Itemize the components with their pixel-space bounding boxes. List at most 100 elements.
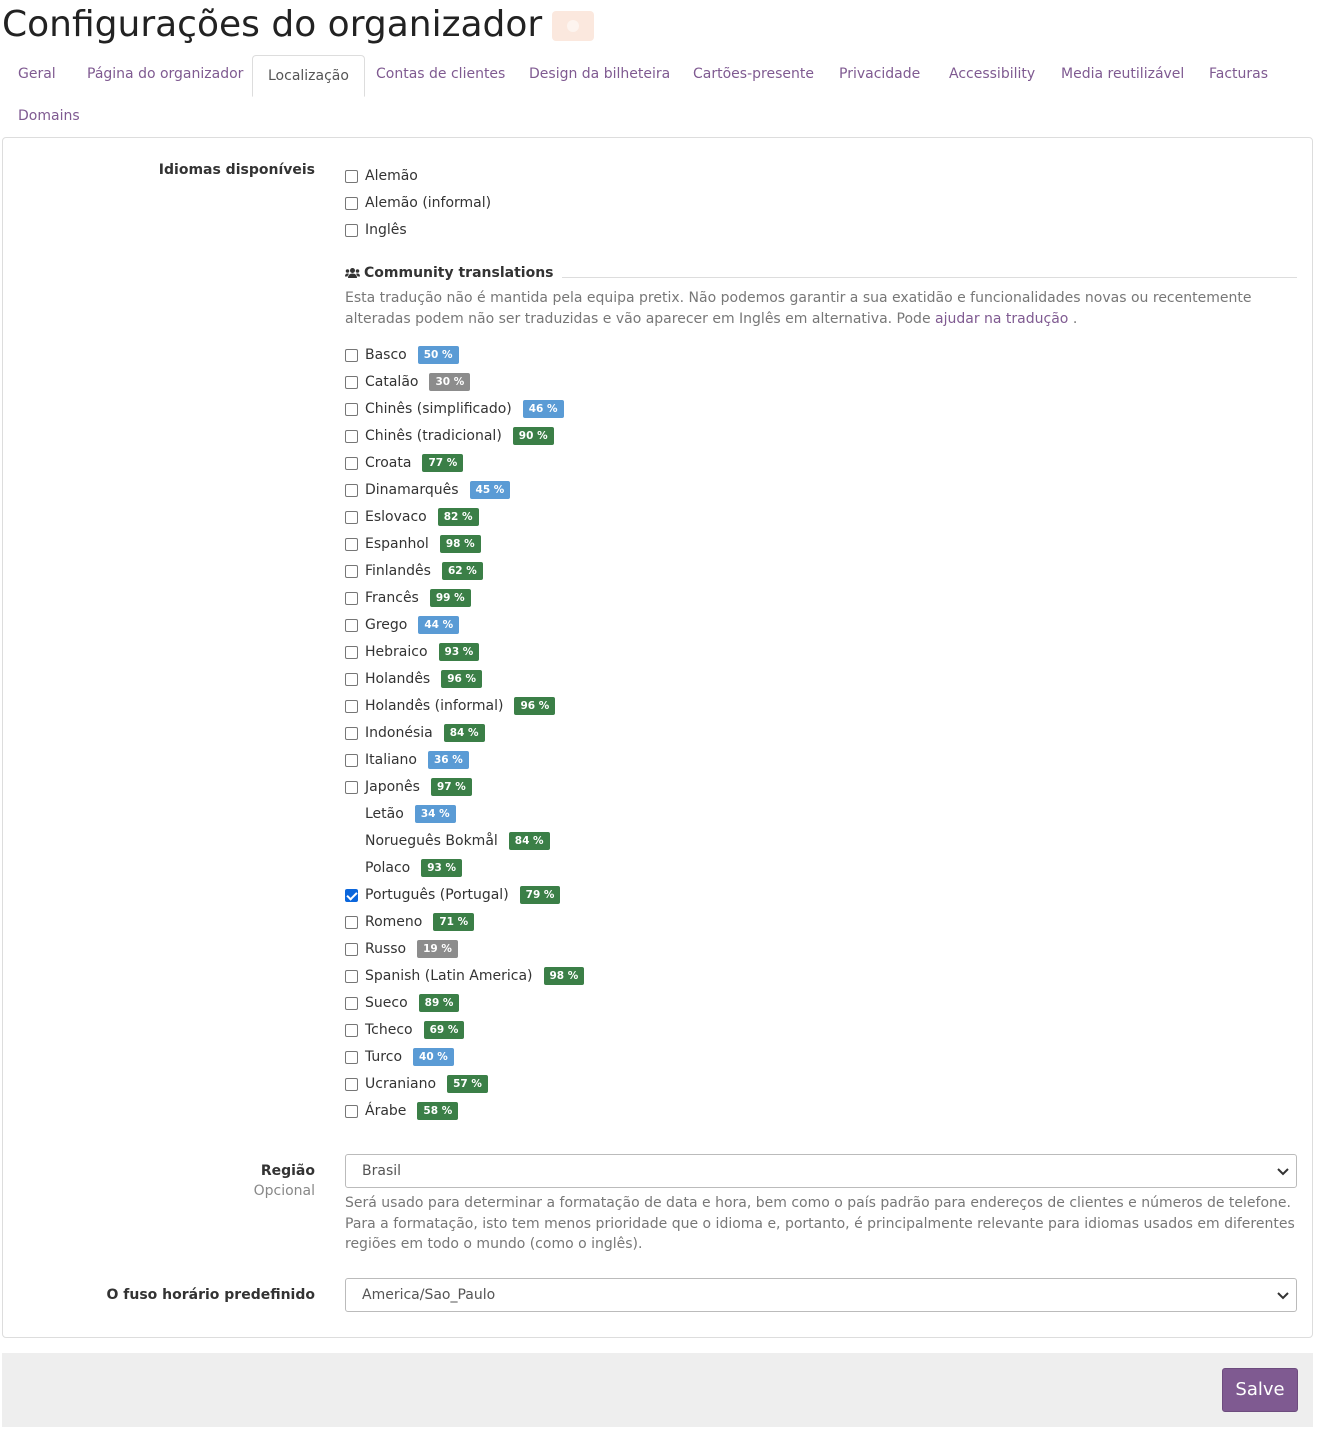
translation-progress-badge: 62 %	[441, 562, 483, 580]
language-option[interactable]: Romeno 71 %	[345, 912, 475, 932]
language-option[interactable]: Japonês 97 %	[345, 777, 472, 797]
language-checkbox[interactable]	[345, 1104, 358, 1118]
language-label: Russo	[365, 941, 407, 957]
language-option[interactable]: Croata 77 %	[345, 453, 464, 473]
language-option[interactable]: Catalão 30 %	[345, 372, 471, 392]
language-checkbox[interactable]	[345, 726, 358, 740]
language-checkbox[interactable]	[345, 375, 358, 389]
language-option[interactable]: Árabe 58 %	[345, 1101, 459, 1121]
language-option[interactable]: Finlandês 62 %	[345, 561, 483, 581]
timezone-label: O fuso horário predefinido	[106, 1287, 315, 1303]
save-button[interactable]: Salve	[1222, 1368, 1298, 1412]
language-checkbox[interactable]	[345, 591, 358, 605]
language-checkbox[interactable]	[345, 672, 358, 686]
language-checkbox[interactable]	[345, 996, 358, 1010]
tab-domains[interactable]: Domains	[3, 96, 95, 137]
tab-cartoes-presente[interactable]: Cartões-presente	[678, 54, 829, 95]
language-option[interactable]: Chinês (tradicional) 90 %	[345, 426, 554, 446]
language-checkbox[interactable]	[345, 1023, 358, 1037]
language-option[interactable]: Alemão (informal)	[345, 193, 491, 213]
language-checkbox[interactable]	[345, 618, 358, 632]
translation-progress-badge: 46 %	[522, 400, 564, 418]
help-translate-link[interactable]: ajudar na tradução	[935, 311, 1068, 327]
language-checkbox[interactable]	[345, 645, 358, 659]
language-option[interactable]: Eslovaco 82 %	[345, 507, 479, 527]
language-option[interactable]: Francês 99 %	[345, 588, 471, 608]
language-option[interactable]: Chinês (simplificado) 46 %	[345, 399, 564, 419]
language-checkbox[interactable]	[345, 780, 358, 794]
organizer-logo	[552, 11, 595, 41]
language-option[interactable]: Basco 50 %	[345, 345, 459, 365]
translation-progress-badge: 96 %	[514, 697, 556, 715]
language-option[interactable]: Holandês 96 %	[345, 669, 483, 689]
language-checkbox[interactable]	[345, 537, 358, 551]
language-checkbox[interactable]	[345, 942, 358, 956]
language-checkbox[interactable]	[345, 169, 358, 183]
language-option[interactable]: Espanhol 98 %	[345, 534, 481, 554]
language-checkbox[interactable]	[345, 1050, 358, 1064]
translation-progress-badge: 57 %	[447, 1075, 488, 1093]
language-checkbox[interactable]	[345, 753, 358, 767]
translation-progress-badge: 98 %	[543, 967, 585, 985]
language-checkbox[interactable]	[345, 456, 358, 470]
language-checkbox[interactable]	[345, 969, 358, 983]
tab-accessibility[interactable]: Accessibility	[934, 54, 1050, 95]
language-label: Finlandês	[365, 563, 431, 579]
tab-pagina-do-organizador[interactable]: Página do organizador	[72, 54, 258, 95]
language-checkbox[interactable]	[345, 1077, 358, 1091]
language-option[interactable]: Tcheco 69 %	[345, 1020, 465, 1040]
language-option[interactable]: Norueguês Bokmål 84 %	[345, 831, 550, 851]
translation-progress-badge: 97 %	[430, 778, 472, 796]
language-option[interactable]: Turco 40 %	[345, 1047, 454, 1067]
language-option[interactable]: Grego 44 %	[345, 615, 460, 635]
region-optional-hint: Opcional	[253, 1183, 315, 1199]
language-option[interactable]: Ucraniano 57 %	[345, 1074, 488, 1094]
language-checkbox[interactable]	[345, 699, 358, 713]
language-label: Holandês (informal)	[365, 698, 504, 714]
tab-privacidade[interactable]: Privacidade	[824, 54, 935, 95]
language-checkbox[interactable]	[345, 348, 358, 362]
language-checkbox[interactable]	[345, 564, 358, 578]
language-checkbox[interactable]	[345, 483, 358, 497]
language-option[interactable]: Português (Portugal) 79 %	[345, 885, 561, 905]
language-checkbox[interactable]	[345, 402, 358, 416]
language-option[interactable]: Polaco 93 %	[345, 858, 463, 878]
timezone-select[interactable]: America/Sao_Paulo	[345, 1278, 1297, 1312]
tab-facturas[interactable]: Facturas	[1194, 54, 1283, 95]
language-checkbox[interactable]	[345, 223, 358, 237]
language-checkbox[interactable]	[345, 196, 358, 210]
tab-media-reutilizavel[interactable]: Media reutilizável	[1046, 54, 1199, 95]
language-option[interactable]: Letão 34 %	[345, 804, 456, 824]
language-option[interactable]: Hebraico 93 %	[345, 642, 480, 662]
translation-progress-badge: 30 %	[429, 373, 471, 391]
tab-contas-de-clientes[interactable]: Contas de clientes	[361, 54, 520, 95]
language-label: Turco	[365, 1049, 403, 1065]
translation-progress-badge: 40 %	[413, 1048, 454, 1066]
translation-progress-badge: 77 %	[422, 454, 464, 472]
tab-geral[interactable]: Geral	[3, 54, 71, 95]
language-checkbox[interactable]	[345, 510, 358, 524]
language-option[interactable]: Holandês (informal) 96 %	[345, 696, 556, 716]
language-option[interactable]: Italiano 36 %	[345, 750, 469, 770]
language-option[interactable]: Inglês	[345, 220, 407, 240]
language-label: Sueco	[365, 995, 408, 1011]
tab-localizacao[interactable]: Localização	[252, 55, 365, 97]
language-option[interactable]: Indonésia 84 %	[345, 723, 485, 743]
language-label: Português (Portugal)	[365, 887, 509, 903]
language-checkbox[interactable]	[345, 915, 358, 929]
language-option[interactable]: Sueco 89 %	[345, 993, 460, 1013]
language-option[interactable]: Spanish (Latin America) 98 %	[345, 966, 585, 986]
language-option[interactable]: Dinamarquês 45 %	[345, 480, 511, 500]
language-label: Eslovaco	[365, 509, 427, 525]
language-checkbox[interactable]	[345, 888, 358, 902]
translation-progress-badge: 96 %	[441, 670, 483, 688]
language-option[interactable]: Russo 19 %	[345, 939, 458, 959]
language-label: Chinês (simplificado)	[365, 401, 512, 417]
language-label: Ucraniano	[365, 1076, 437, 1092]
region-select[interactable]: Brasil	[345, 1154, 1297, 1188]
language-label: Letão	[365, 806, 404, 822]
form-footer	[2, 1353, 1313, 1427]
tab-design-da-bilheteira[interactable]: Design da bilheteira	[514, 54, 685, 95]
language-checkbox[interactable]	[345, 429, 358, 443]
language-option[interactable]: Alemão	[345, 166, 418, 186]
